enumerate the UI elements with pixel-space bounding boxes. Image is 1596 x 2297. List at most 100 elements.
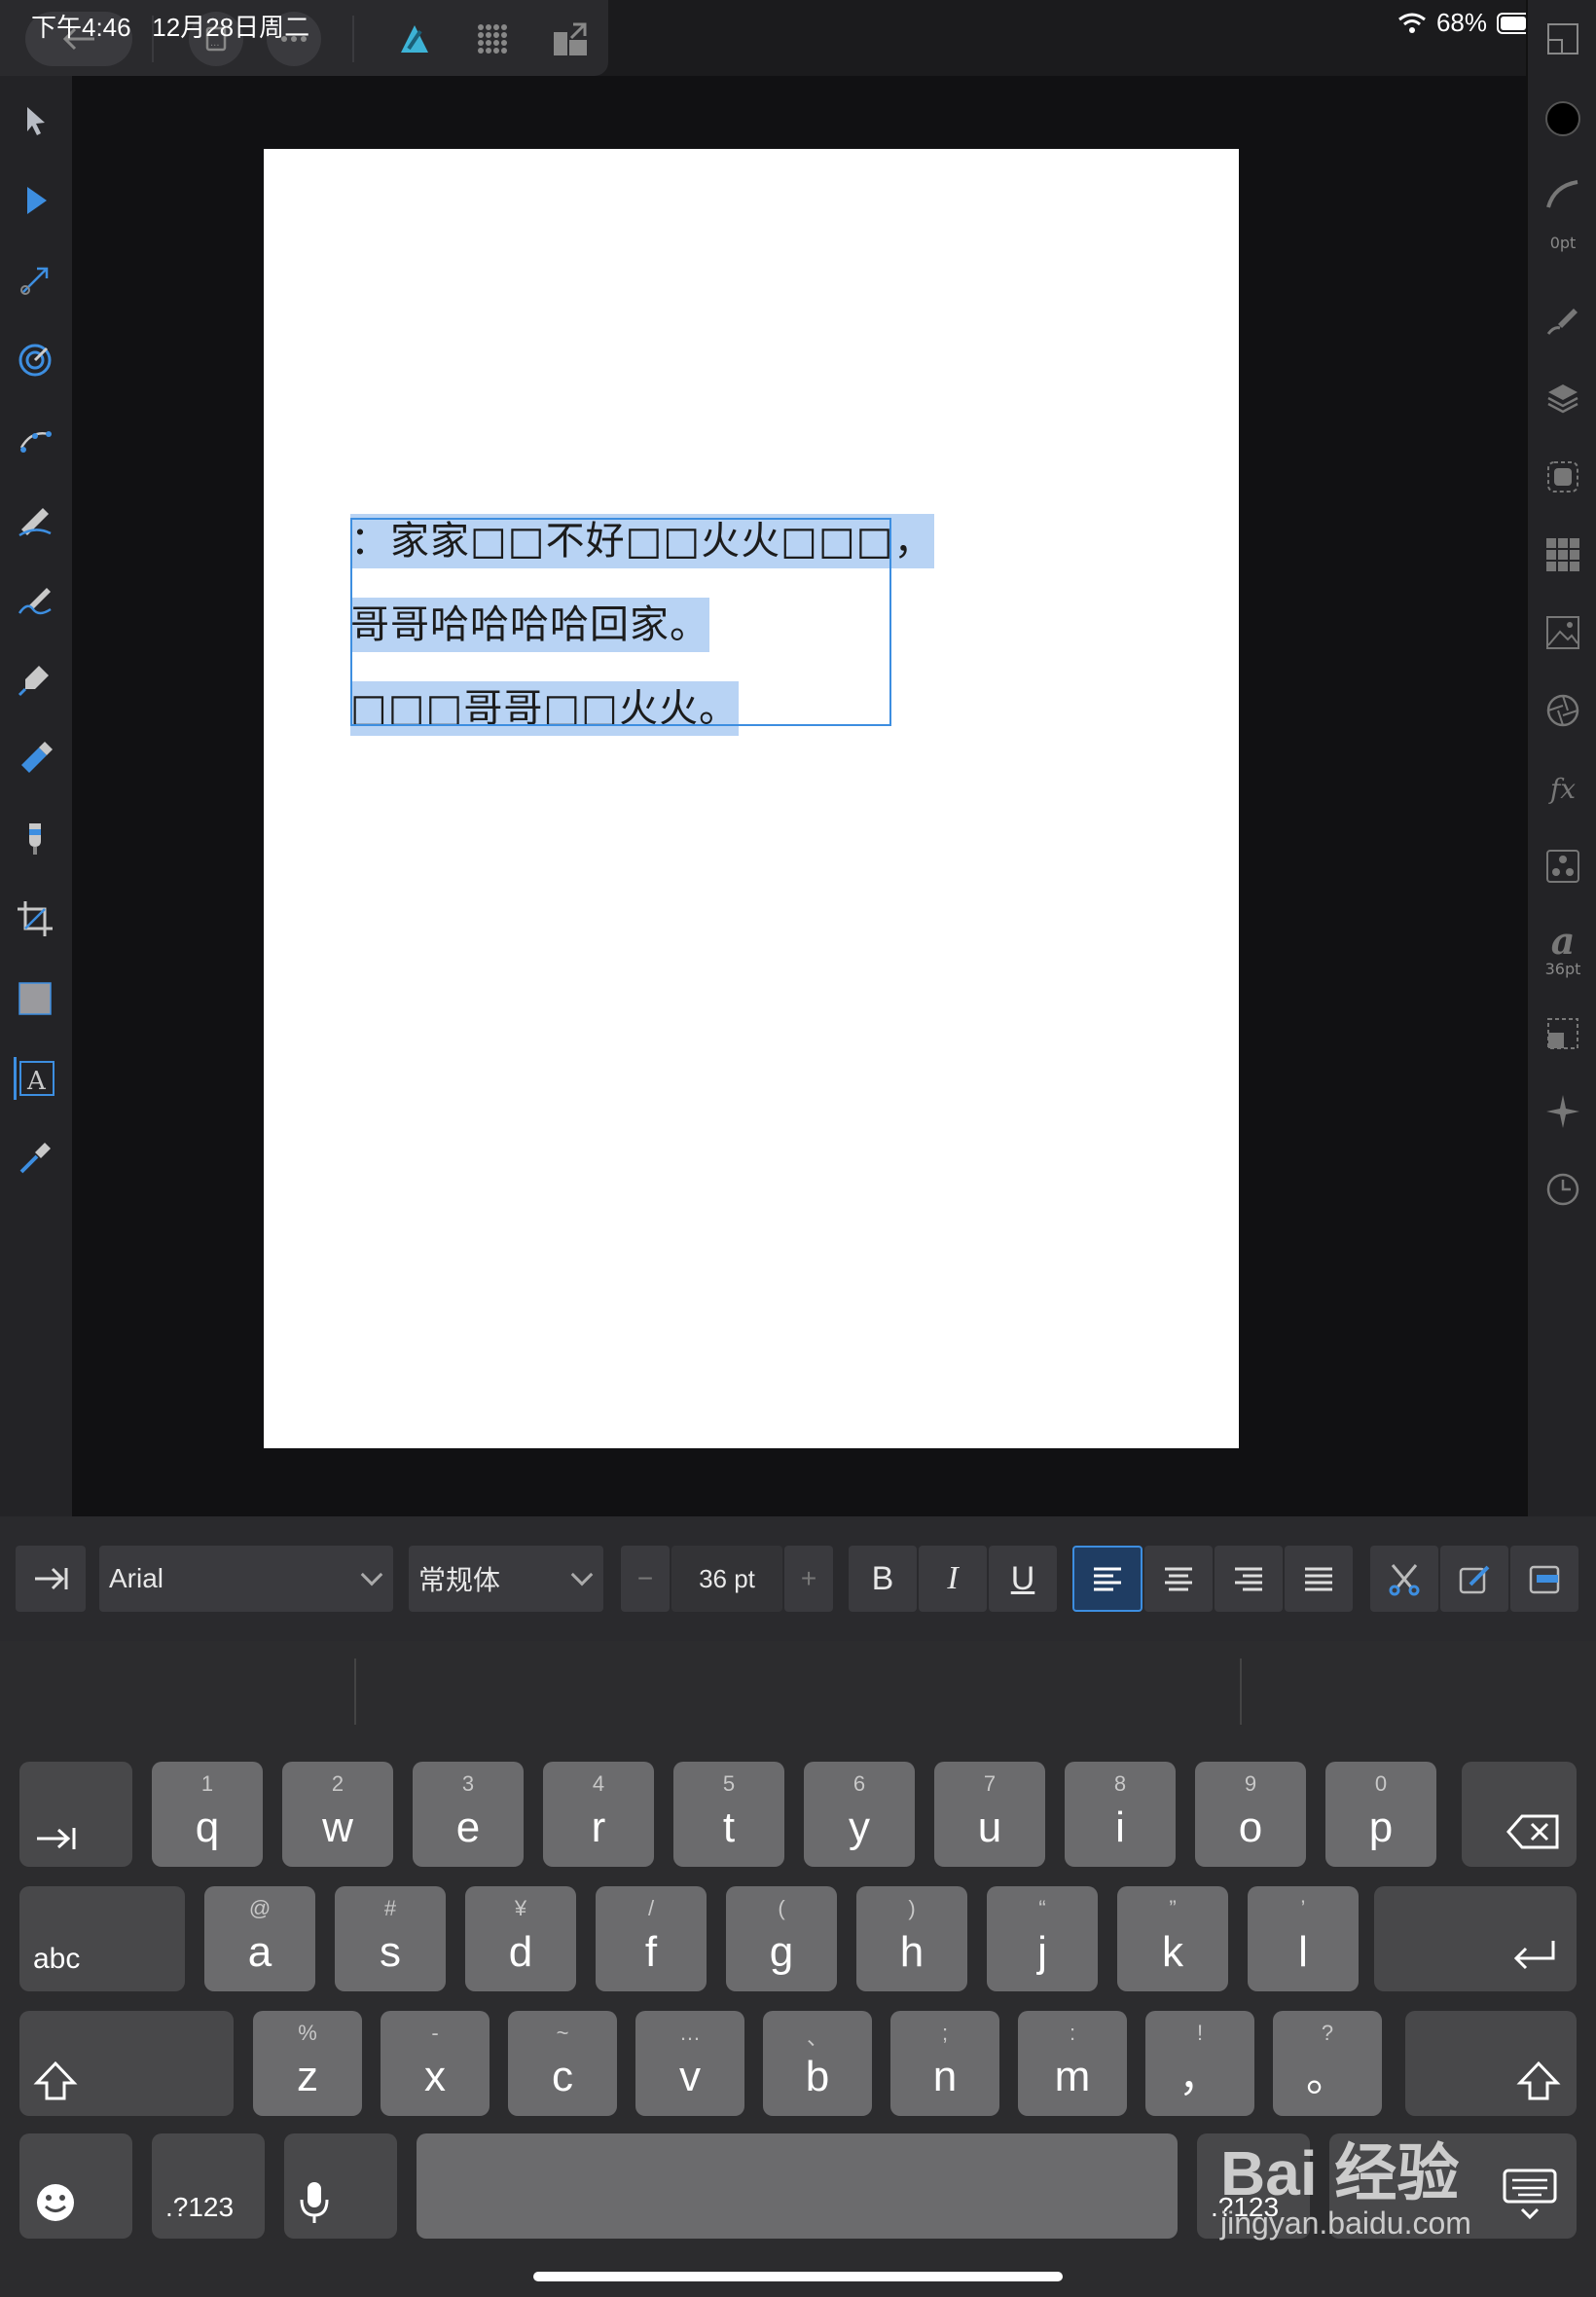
align-right-button[interactable] [1215, 1546, 1283, 1612]
swatches-panel-button[interactable] [1540, 531, 1586, 578]
styles-panel-button[interactable] [1540, 843, 1586, 890]
align-left-button[interactable] [1072, 1546, 1143, 1612]
app-window: ... 下午4:46 12月28日周二 68% A ：家家□□不好□□火火□□□… [0, 0, 1596, 2297]
key-primary-label: a [247, 1928, 272, 1976]
key-k[interactable]: ” k [1117, 1886, 1228, 1991]
vector-brush-tool[interactable] [14, 578, 56, 621]
key-，[interactable]: !， [1145, 2011, 1254, 2116]
key-secondary-label: ! [1196, 2021, 1204, 2045]
font-style-dropdown[interactable]: 常规体 [409, 1546, 603, 1612]
key-v[interactable]: … v [635, 2011, 744, 2116]
key-j[interactable]: “j [987, 1886, 1098, 1991]
bold-button[interactable]: B [849, 1546, 917, 1612]
transform-panel-button[interactable] [1540, 1010, 1586, 1057]
key-z[interactable]: % z [253, 2011, 362, 2116]
node-tool[interactable] [14, 179, 56, 222]
text-styles-panel-button[interactable]: a [1540, 917, 1586, 964]
delete-key[interactable] [1462, 1762, 1577, 1867]
key-s[interactable]: # s [335, 1886, 446, 1991]
numbers-key[interactable]: .?123 [152, 2133, 265, 2239]
key-y[interactable]: 6y [804, 1762, 915, 1867]
rectangle-tool[interactable] [14, 977, 56, 1020]
underline-icon: U [1010, 1559, 1035, 1597]
key-t[interactable]: 5t [673, 1762, 784, 1867]
panel-toggle-button[interactable] [1540, 16, 1586, 62]
key-p[interactable]: 0p [1325, 1762, 1436, 1867]
key-o[interactable]: 9o [1195, 1762, 1306, 1867]
navigator-panel-button[interactable] [1540, 1088, 1586, 1135]
key-。[interactable]: ?。 [1273, 2011, 1382, 2116]
crop-tool[interactable] [14, 897, 56, 940]
font-family-dropdown[interactable]: Arial [99, 1546, 393, 1612]
font-size-field[interactable]: 36 pt [671, 1546, 782, 1612]
key-u[interactable]: 7u [934, 1762, 1045, 1867]
shift-key-right[interactable] [1405, 2011, 1577, 2116]
text-tool[interactable]: A [14, 1057, 56, 1100]
underline-button[interactable]: U [989, 1546, 1057, 1612]
tab-button[interactable] [16, 1546, 86, 1612]
document-page[interactable] [264, 149, 1239, 1448]
emoji-key[interactable] [19, 2133, 132, 2239]
contour-tool[interactable] [14, 419, 56, 461]
cut-button[interactable] [1370, 1546, 1438, 1612]
node-arrow-icon [27, 187, 47, 214]
abc-key[interactable]: abc [19, 1886, 185, 1991]
text-frame-selection[interactable] [350, 518, 891, 726]
key-n[interactable]: ; n [890, 2011, 999, 2116]
key-g[interactable]: (g [726, 1886, 837, 1991]
edit-text-button[interactable] [1440, 1546, 1508, 1612]
justify-icon [1305, 1567, 1332, 1591]
justify-button[interactable] [1285, 1546, 1353, 1612]
history-panel-button[interactable] [1540, 1166, 1586, 1213]
key-c[interactable]: ~ c [508, 2011, 617, 2116]
key-secondary-label: 7 [983, 1771, 997, 1796]
key-w[interactable]: 2w [282, 1762, 393, 1867]
clipboard-icon [1529, 1565, 1560, 1594]
key-r[interactable]: 4r [543, 1762, 654, 1867]
move-tool[interactable] [14, 99, 56, 142]
space-key[interactable] [417, 2133, 1178, 2239]
font-size-decrease-button[interactable]: − [621, 1546, 670, 1612]
key-f[interactable]: / f [596, 1886, 707, 1991]
color-picker-tool[interactable] [14, 1137, 56, 1180]
assets-panel-button[interactable] [1540, 609, 1586, 656]
pencil-tool[interactable] [14, 498, 56, 541]
layers-panel-button[interactable] [1540, 376, 1586, 422]
key-h[interactable]: ) h [856, 1886, 967, 1991]
pen-tool[interactable] [14, 658, 56, 701]
effects-panel-button[interactable]: fx [1540, 765, 1586, 812]
brushes-panel-button[interactable] [1540, 296, 1586, 343]
italic-button[interactable]: I [919, 1546, 987, 1612]
return-key[interactable] [1374, 1886, 1577, 1991]
pencil-icon [18, 508, 52, 537]
key-d[interactable]: ¥ d [465, 1886, 576, 1991]
fill-color-well[interactable] [1540, 95, 1586, 142]
key-secondary-label: ; [941, 2021, 949, 2045]
key-secondary-label: ¥ [514, 1896, 527, 1920]
paste-button[interactable] [1510, 1546, 1578, 1612]
shift-key-left[interactable] [19, 2011, 234, 2116]
text-frame-icon: A [18, 1061, 54, 1096]
fill-tool[interactable] [14, 738, 56, 781]
dictation-key[interactable] [284, 2133, 397, 2239]
transparency-tool[interactable] [14, 818, 56, 860]
key-q[interactable]: 1q [152, 1762, 263, 1867]
key-e[interactable]: 3e [413, 1762, 524, 1867]
tab-key[interactable] [19, 1762, 132, 1867]
key-b[interactable]: 、 b [763, 2011, 872, 2116]
key-i[interactable]: 8i [1065, 1762, 1176, 1867]
key-a[interactable]: @ a [204, 1886, 315, 1991]
key-x[interactable]: -x [381, 2011, 490, 2116]
fx-label: fx [1549, 772, 1577, 805]
bold-icon: B [871, 1559, 894, 1597]
font-size-increase-button[interactable]: + [784, 1546, 833, 1612]
appearance-panel-button[interactable] [1540, 454, 1586, 500]
stroke-button[interactable] [1540, 171, 1586, 218]
key-l[interactable]: ’ l [1248, 1886, 1359, 1991]
corner-tool[interactable] [14, 259, 56, 302]
color-panel-button[interactable] [1540, 687, 1586, 734]
point-transform-tool[interactable] [14, 339, 56, 382]
key-m[interactable]: :m [1018, 2011, 1127, 2116]
layers-icon [1547, 384, 1578, 414]
align-center-button[interactable] [1144, 1546, 1213, 1612]
